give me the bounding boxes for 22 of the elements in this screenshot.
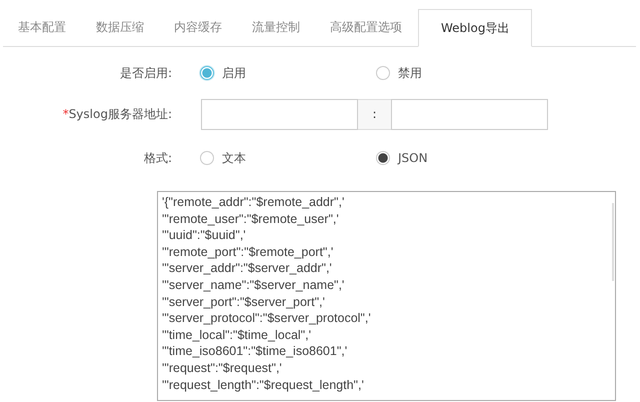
radio-label: JSON [398,151,428,165]
radio-button[interactable] [376,151,390,165]
radio-button[interactable] [200,151,214,165]
scrollbar-thumb[interactable] [612,203,614,281]
address-field[interactable] [201,98,358,130]
radio-label: 文本 [222,150,246,166]
tab[interactable]: 基本配置 [3,0,80,46]
log-format-field[interactable]: '{"remote_addr":"$remote_addr",' '"remote_user":"$remote_user",' '"uuid":"$uuid",' '"remote_port":"$remote_port",' '"server_addr":"$server_addr",' '"server_name":"$server_name",' '"server_port":"$server_port",' '"server_protocol":"$server_protocol",' '"time_local":"$time_local",' '"time_iso8601":"$time_iso8601",' '"request":"$request",' '"request_length":"$request_length",' [157,191,616,401]
tab[interactable]: 内容缓存 [160,0,236,46]
field-label: 格式: [144,150,172,166]
tab[interactable]: 数据压缩 [82,0,158,46]
field-label: *Syslog服务器地址: [62,106,172,122]
field-label: 是否启用: [120,64,172,82]
tab[interactable]: 流量控制 [238,0,314,46]
radio-button[interactable] [200,66,214,80]
tab[interactable]: 高级配置选项 [316,0,416,46]
tab[interactable]: Weblog导出 [418,9,532,47]
radio-label: 禁用 [398,64,422,82]
port-field[interactable] [391,98,548,130]
radio-label: 启用 [222,64,246,82]
radio-button[interactable] [376,66,390,80]
port-separator: : [358,98,391,130]
